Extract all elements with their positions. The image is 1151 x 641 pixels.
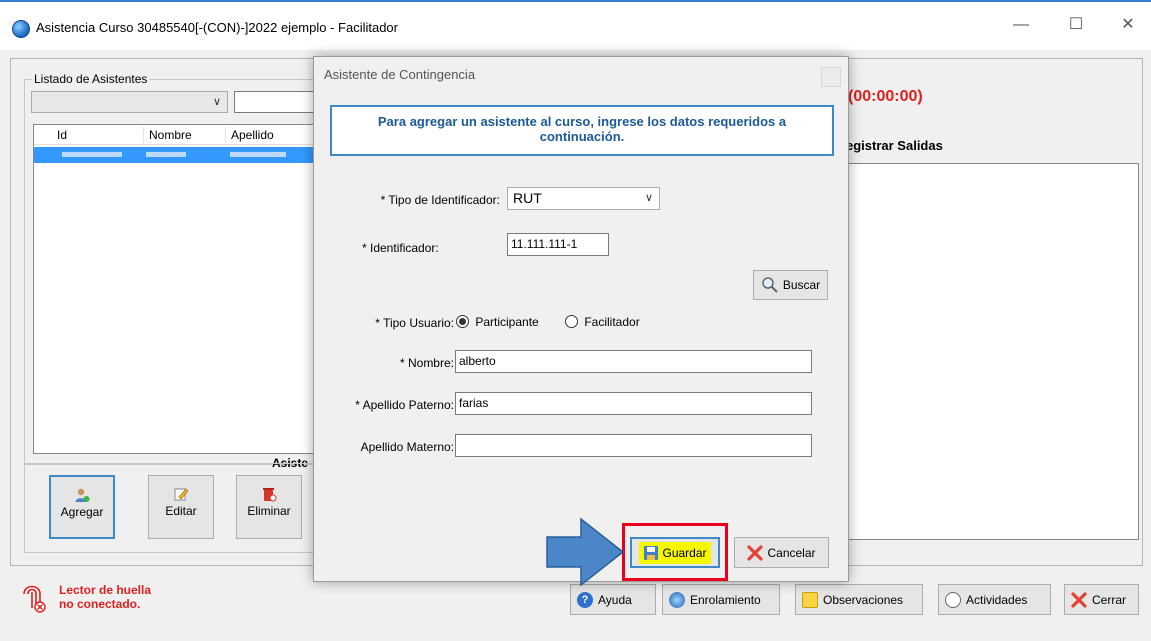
dialog-close-button[interactable] xyxy=(821,67,841,87)
observaciones-label: Observaciones xyxy=(823,592,904,607)
buscar-button[interactable]: Buscar xyxy=(753,270,828,300)
blurred-cell-nombre xyxy=(146,152,186,157)
cancelar-label: Cancelar xyxy=(767,545,816,560)
list-item[interactable] xyxy=(34,147,314,163)
observaciones-button[interactable]: Observaciones xyxy=(795,584,923,615)
eliminar-label: Eliminar xyxy=(247,504,291,518)
dialog-info-line1: Para agregar un asistente al curso, ingr… xyxy=(377,114,787,129)
dialog-info-line2: continuación. xyxy=(539,129,625,144)
agregar-label: Agregar xyxy=(60,505,104,519)
agregar-button[interactable]: Agregar xyxy=(49,475,115,539)
apellido-materno-label: Apellido Materno: xyxy=(360,440,454,454)
blurred-cell-apellido xyxy=(230,152,286,157)
radio-facilitador[interactable]: Facilitador xyxy=(565,314,640,329)
note-icon xyxy=(802,591,818,608)
tipo-identificador-select[interactable]: RUT ∨ xyxy=(507,187,660,210)
cerrar-button[interactable]: Cerrar xyxy=(1064,584,1139,615)
apellido-materno-input[interactable] xyxy=(455,434,812,457)
ayuda-label: Ayuda xyxy=(598,592,632,607)
chevron-down-icon: ∨ xyxy=(212,96,221,108)
blurred-cell-id xyxy=(62,152,122,157)
close-x-icon xyxy=(1071,591,1087,608)
fingerprint-status-line1: Lector de huella xyxy=(59,583,152,597)
radio-participante-label: Participante xyxy=(475,314,539,329)
enrollment-fingerprint-icon xyxy=(669,591,685,608)
enrolamiento-label: Enrolamiento xyxy=(690,592,761,607)
apellido-paterno-label: * Apellido Paterno: xyxy=(355,398,454,412)
close-window-button[interactable]: ✕ xyxy=(1105,10,1151,40)
eliminar-button[interactable]: Eliminar xyxy=(236,475,302,539)
column-header-id[interactable]: Id xyxy=(52,127,144,143)
tipo-identificador-label: * Tipo de Identificador: xyxy=(380,193,500,207)
filter-input[interactable] xyxy=(234,91,319,113)
registrar-salidas-label: egistrar Salidas xyxy=(846,138,943,153)
buscar-label: Buscar xyxy=(782,278,821,292)
dialog-info-box: Para agregar un asistente al curso, ingr… xyxy=(330,105,834,156)
guardar-button-content: Guardar xyxy=(639,541,711,564)
apellido-paterno-input[interactable]: farias xyxy=(455,392,812,415)
window-top-strip xyxy=(0,0,1151,10)
attendees-group-label: Listado de Asistentes xyxy=(32,72,150,86)
cancel-x-icon xyxy=(747,544,764,561)
dialog-title: Asistente de Contingencia xyxy=(324,67,476,82)
actividades-button[interactable]: Actividades xyxy=(938,584,1051,615)
save-floppy-icon xyxy=(644,545,659,560)
identificador-input[interactable]: 11.111.111-1 xyxy=(507,233,609,256)
fingerprint-status: Lector de huella no conectado. xyxy=(59,583,151,611)
timer-display: (00:00:00) xyxy=(848,88,923,105)
clock-icon xyxy=(945,591,961,608)
guardar-button[interactable]: Guardar xyxy=(630,537,720,568)
list-header: Id Nombre Apellido xyxy=(34,125,316,145)
window-title: Asistencia Curso 30485540[-(CON)-]2022 e… xyxy=(36,20,398,35)
filter-combo[interactable]: ∨ xyxy=(31,91,228,113)
salidas-panel[interactable] xyxy=(842,163,1139,540)
radio-facilitador-dot xyxy=(565,315,578,329)
cerrar-label: Cerrar xyxy=(1092,592,1127,607)
identificador-label: * Identificador: xyxy=(362,241,439,255)
tipo-usuario-label: * Tipo Usuario: xyxy=(375,316,454,330)
nombre-input[interactable]: alberto xyxy=(455,350,812,373)
fingerprint-status-line2: no conectado. xyxy=(59,597,141,611)
chevron-down-icon: ∨ xyxy=(644,192,653,204)
radio-facilitador-label: Facilitador xyxy=(584,314,640,329)
radio-participante-dot xyxy=(456,315,469,329)
actividades-label: Actividades xyxy=(966,592,1028,607)
attendees-list[interactable]: Id Nombre Apellido xyxy=(33,124,316,454)
magnifier-icon xyxy=(762,277,778,293)
pointer-arrow-icon xyxy=(546,517,625,587)
minimize-button[interactable]: — xyxy=(998,10,1044,40)
enrolamiento-button[interactable]: Enrolamiento xyxy=(662,584,780,615)
editar-button[interactable]: Editar xyxy=(148,475,214,539)
app-globe-icon xyxy=(12,20,30,38)
contingency-dialog: Asistente de Contingencia Para agregar u… xyxy=(313,56,849,582)
column-header-nombre[interactable]: Nombre xyxy=(144,127,226,143)
fingerprint-icon xyxy=(23,585,46,613)
delete-trash-icon xyxy=(263,488,277,502)
help-icon: ? xyxy=(577,591,593,608)
radio-participante[interactable]: Participante xyxy=(456,314,539,329)
nombre-label: * Nombre: xyxy=(399,356,454,370)
maximize-button[interactable]: ☐ xyxy=(1053,10,1099,40)
editar-label: Editar xyxy=(165,504,197,518)
guardar-label: Guardar xyxy=(662,545,707,560)
tipo-identificador-value: RUT xyxy=(513,190,542,206)
cancelar-button[interactable]: Cancelar xyxy=(734,537,829,568)
edit-pencil-icon xyxy=(174,488,189,501)
column-header-apellido[interactable]: Apellido xyxy=(226,127,316,143)
ayuda-button[interactable]: ? Ayuda xyxy=(570,584,656,615)
add-user-icon xyxy=(75,488,90,502)
